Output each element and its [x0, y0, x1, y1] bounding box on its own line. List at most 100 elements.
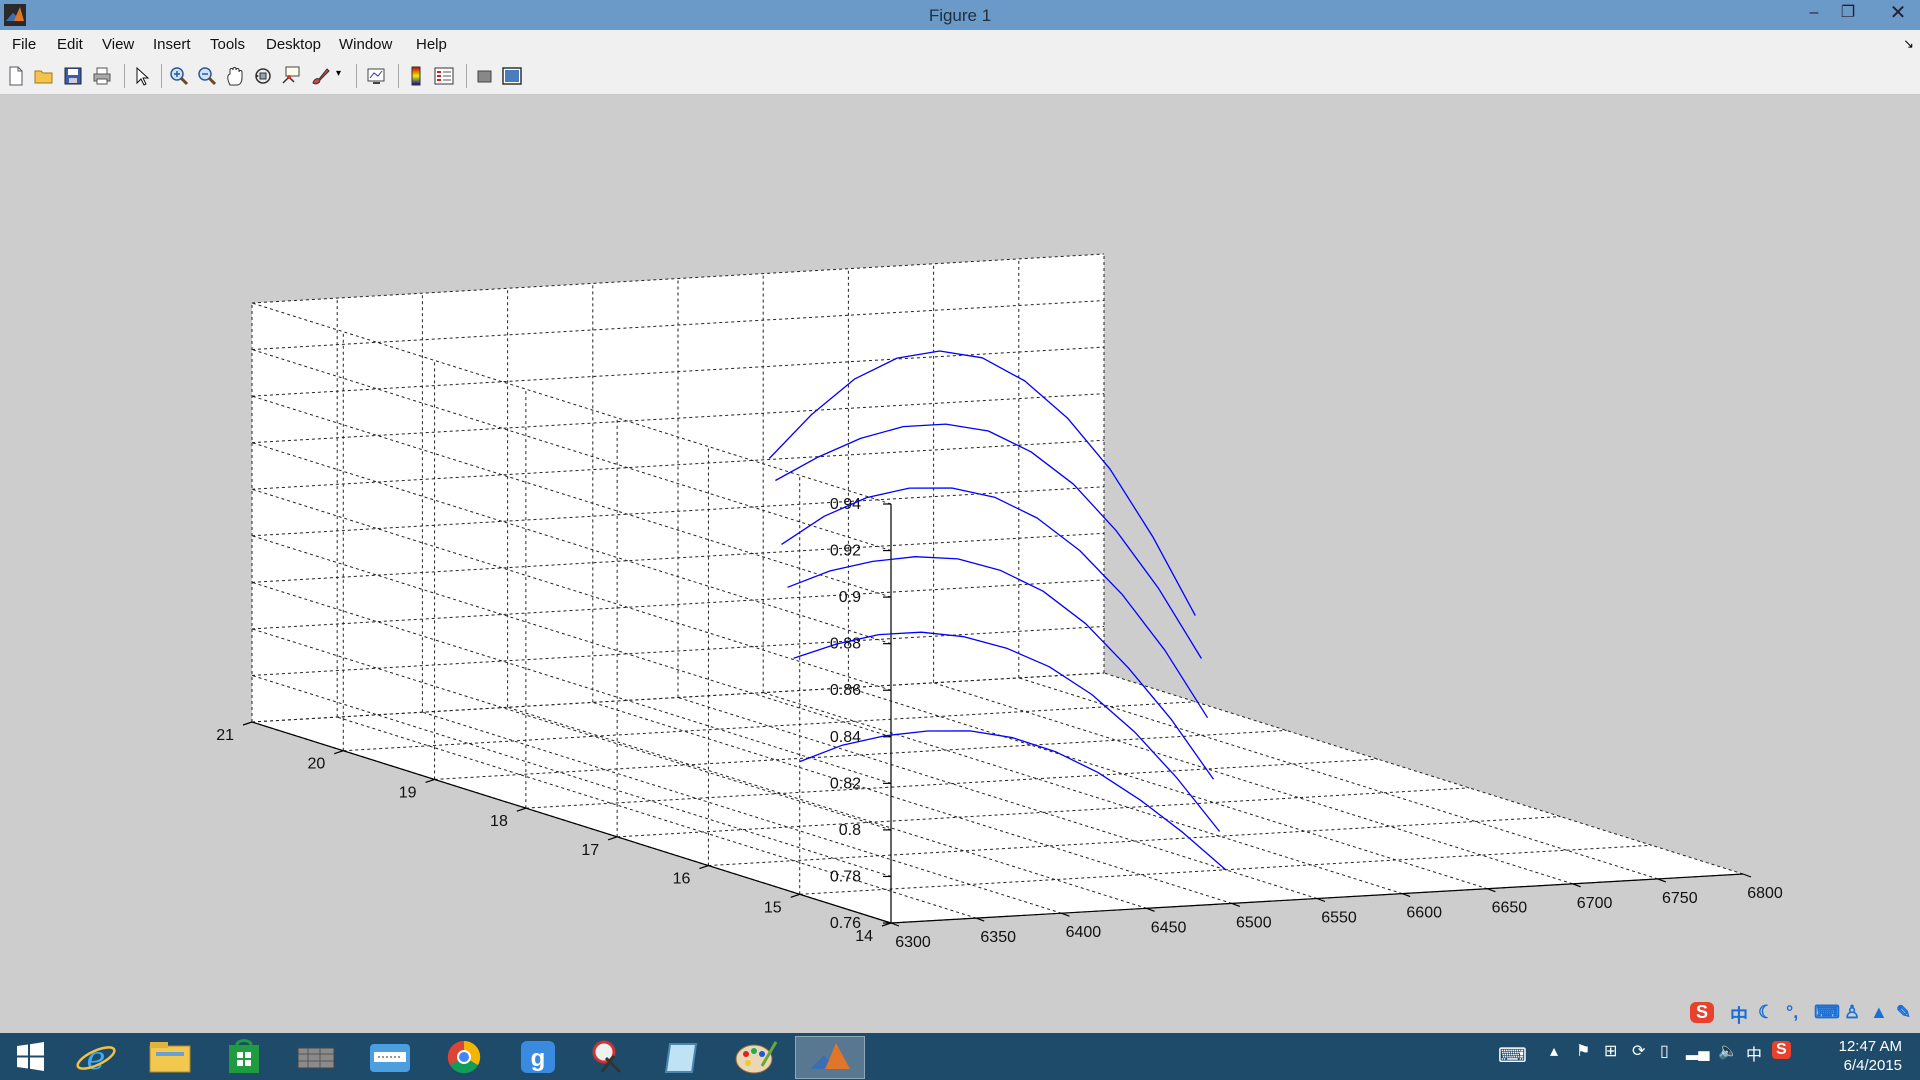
x-tick: [1316, 897, 1326, 903]
edit-plot-arrow-icon[interactable]: [131, 65, 153, 87]
z-tick-label: 0.94: [830, 496, 861, 513]
new-figure-icon[interactable]: [5, 65, 27, 87]
menu-window[interactable]: Window: [339, 36, 392, 53]
y-tick-label: 20: [307, 756, 325, 773]
show-plot-tools-icon[interactable]: [501, 65, 523, 87]
zoom-out-icon[interactable]: [196, 65, 218, 87]
menu-file[interactable]: File: [12, 36, 36, 53]
insert-colorbar-icon[interactable]: [406, 65, 428, 87]
windows-tray-icon[interactable]: ⊞: [1604, 1041, 1617, 1061]
x-tick: [890, 922, 900, 927]
y-tick-label: 18: [490, 813, 508, 830]
google-chrome-icon[interactable]: [430, 1036, 498, 1077]
snipping-tool-icon[interactable]: [576, 1036, 644, 1077]
z-tick-label: 0.82: [830, 775, 861, 792]
plot-3d-axes[interactable]: 6300 6350 6400 6450 6500 6550 6600 6650 6700 6750…: [0, 95, 1920, 1033]
clock-date: 6/4/2015: [1843, 1057, 1902, 1074]
app-grid-tool-icon[interactable]: [356, 1036, 424, 1077]
system-clock[interactable]: 12:47 AM 6/4/2015: [1839, 1037, 1902, 1075]
window-title: Figure 1: [928, 6, 992, 25]
keyboard-icon[interactable]: ⌨: [1814, 1002, 1840, 1023]
y-tick: [699, 865, 709, 870]
app-g-icon[interactable]: g: [504, 1036, 572, 1077]
tools-icon[interactable]: ✎: [1896, 1002, 1911, 1023]
paint-icon[interactable]: [722, 1036, 790, 1077]
pan-icon[interactable]: [224, 65, 246, 87]
skin-icon[interactable]: ▲: [1870, 1002, 1888, 1023]
x-tick: [1487, 888, 1496, 893]
hide-plot-tools-icon[interactable]: [474, 65, 496, 87]
y-tick-label: 17: [581, 842, 599, 859]
sogou-tray-icon[interactable]: S: [1772, 1041, 1791, 1059]
figure-canvas[interactable]: 6300 6350 6400 6450 6500 6550 6600 6650 6700 6750…: [0, 95, 1920, 1033]
show-hidden-icons-icon[interactable]: ▴: [1550, 1041, 1558, 1061]
brush-dropdown-icon[interactable]: ▾: [336, 68, 341, 79]
zoom-in-icon[interactable]: [168, 65, 190, 87]
dock-figure-icon[interactable]: ↘: [1903, 36, 1914, 52]
menu-help[interactable]: Help: [416, 36, 447, 53]
touch-keyboard-icon[interactable]: ⌨: [1498, 1043, 1527, 1068]
notepad-icon[interactable]: [648, 1036, 716, 1077]
z-tick-label: 0.84: [830, 729, 861, 746]
open-file-icon[interactable]: [33, 65, 55, 87]
y-tick: [516, 807, 527, 812]
print-icon[interactable]: [91, 65, 113, 87]
clock-time: 12:47 AM: [1838, 1038, 1902, 1055]
close-button[interactable]: ✕: [1878, 2, 1918, 26]
toolbar-separator: [466, 64, 467, 88]
y-tick-label: 19: [399, 784, 417, 801]
window-titlebar: Figure 1 – ❐ ✕: [0, 0, 1920, 30]
data-cursor-icon[interactable]: [280, 65, 302, 87]
menu-insert[interactable]: Insert: [153, 36, 191, 53]
maximize-button[interactable]: ❐: [1828, 2, 1868, 26]
x-tick: [1742, 873, 1752, 878]
z-tick-label: 0.86: [830, 682, 861, 699]
windows-start-icon[interactable]: [0, 1036, 60, 1077]
action-center-flag-icon[interactable]: ⚑: [1576, 1041, 1590, 1061]
punctuation-icon[interactable]: °,: [1786, 1002, 1798, 1023]
figure-toolbar: ▾: [0, 58, 1920, 95]
input-language-label[interactable]: 中: [1746, 1041, 1762, 1065]
insert-legend-icon[interactable]: [433, 65, 455, 87]
x-tick: [1231, 902, 1241, 907]
x-tick: [1572, 883, 1581, 888]
link-plot-icon[interactable]: [365, 65, 387, 87]
app-blocks-icon[interactable]: [282, 1036, 350, 1077]
x-tick-label: 6600: [1406, 905, 1442, 922]
x-tick-label: 6550: [1321, 910, 1357, 927]
brush-icon[interactable]: [309, 65, 331, 87]
x-tick-label: 6350: [980, 929, 1016, 946]
y-tick-label: 16: [673, 871, 691, 888]
sync-tray-icon[interactable]: ⟳: [1632, 1041, 1645, 1061]
x-tick-label: 6750: [1662, 890, 1698, 907]
menu-view[interactable]: View: [102, 36, 134, 53]
menu-tools[interactable]: Tools: [210, 36, 245, 53]
z-tick-label: 0.92: [830, 543, 861, 560]
user-icon[interactable]: ♙: [1844, 1002, 1860, 1023]
toolbar-separator: [398, 64, 399, 88]
windows-store-icon[interactable]: [210, 1036, 278, 1077]
x-tick-label: 6650: [1492, 900, 1528, 917]
device-tray-icon[interactable]: ▯: [1660, 1041, 1669, 1061]
menu-desktop[interactable]: Desktop: [266, 36, 321, 53]
y-tick-label: 21: [216, 727, 234, 744]
x-tick: [1061, 912, 1070, 917]
menu-bar: File Edit View Insert Tools Desktop Wind…: [0, 30, 1920, 59]
internet-explorer-icon[interactable]: e: [62, 1036, 130, 1077]
toolbar-separator: [124, 64, 125, 88]
volume-icon[interactable]: 🔈: [1718, 1041, 1738, 1061]
file-explorer-icon[interactable]: [136, 1036, 204, 1077]
save-icon[interactable]: [62, 65, 84, 87]
z-tick-label: 0.76: [830, 915, 861, 932]
sogou-ime-icon[interactable]: S: [1690, 1002, 1715, 1023]
y-tick-label: 15: [764, 899, 782, 916]
menu-edit[interactable]: Edit: [57, 36, 83, 53]
rotate-3d-icon[interactable]: [252, 65, 274, 87]
network-signal-icon[interactable]: ▂▄: [1686, 1041, 1710, 1061]
z-tick-label: 0.8: [839, 822, 861, 839]
half-width-icon[interactable]: ☾: [1758, 1002, 1774, 1023]
x-tick: [1401, 893, 1411, 898]
ime-toolbar: S 中 ☾ °, ⌨ ♙ ▲ ✎: [1690, 1000, 1920, 1030]
matlab-taskbar-icon[interactable]: [795, 1036, 865, 1079]
ime-mode-label[interactable]: 中: [1730, 1002, 1748, 1028]
